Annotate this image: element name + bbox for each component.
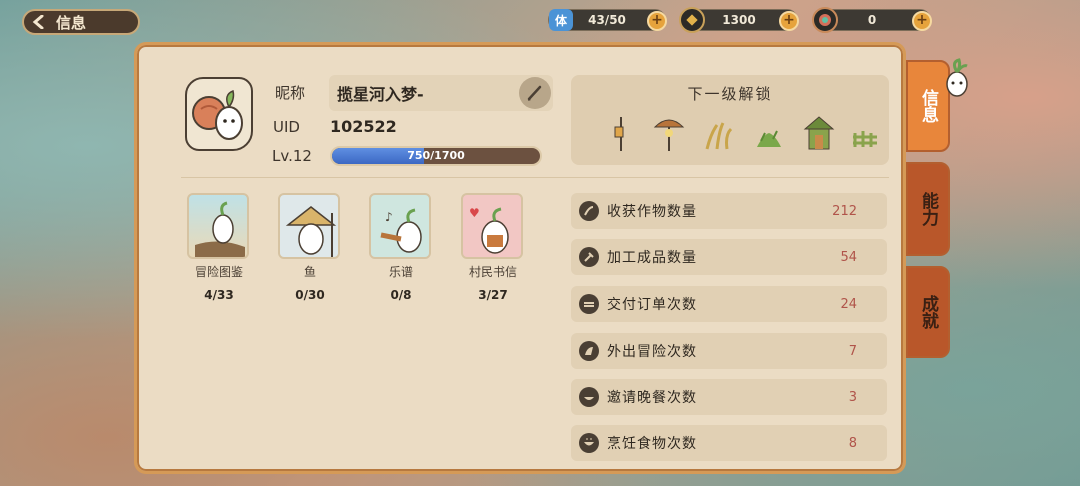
collection-count: 4/33 bbox=[204, 288, 234, 302]
tab-label: 信息 bbox=[918, 89, 938, 123]
coin-value: 1300 bbox=[722, 13, 756, 27]
brush-icon bbox=[527, 85, 542, 101]
next-level-unlock-panel: 下一级解锁 bbox=[571, 75, 889, 165]
stat-label: 交付订单次数 bbox=[607, 297, 697, 313]
hammer-icon bbox=[579, 247, 599, 267]
collection-name: 冒险图鉴 bbox=[194, 265, 243, 279]
tab-label: 成就 bbox=[918, 295, 938, 329]
stat-orders-delivered: 交付订单次数 24 bbox=[571, 286, 887, 322]
tab-achievements[interactable]: 成就 bbox=[906, 266, 950, 358]
tab-abilities[interactable]: 能力 bbox=[906, 162, 950, 256]
collection-name: 乐谱 bbox=[388, 265, 413, 279]
stat-value: 8 bbox=[848, 435, 857, 451]
lamp-post-icon[interactable] bbox=[603, 113, 639, 153]
shrine-icon[interactable] bbox=[801, 113, 837, 153]
uid-label: UID bbox=[273, 118, 300, 136]
collection-adventure-guide[interactable]: 冒险图鉴 4/33 bbox=[187, 193, 251, 302]
info-panel: 昵称 揽星河入梦- UID 102522 Lv.12 750/1700 冒险图鉴… bbox=[134, 42, 906, 474]
back-button-label: 信息 bbox=[56, 13, 87, 32]
unlock-title: 下一级解锁 bbox=[687, 85, 773, 103]
order-icon bbox=[579, 294, 599, 314]
nickname-value: 揽星河入梦- bbox=[337, 85, 424, 104]
adventure-icon bbox=[579, 341, 599, 361]
xp-progress-text: 750/1700 bbox=[407, 149, 465, 162]
fence-icon[interactable] bbox=[851, 113, 881, 153]
stat-value: 7 bbox=[848, 343, 857, 359]
stamina-value: 43/50 bbox=[588, 13, 626, 27]
coin-counter: 1300 + bbox=[679, 7, 799, 33]
add-coins-button[interactable]: + bbox=[779, 11, 799, 31]
uid-value: 102522 bbox=[330, 117, 397, 136]
dinner-icon bbox=[579, 387, 599, 407]
stat-value: 54 bbox=[840, 249, 857, 265]
stat-value: 212 bbox=[832, 203, 857, 219]
edit-name-button[interactable] bbox=[519, 77, 551, 109]
stat-label: 邀请晚餐次数 bbox=[607, 390, 697, 406]
collection-count: 0/8 bbox=[390, 288, 412, 302]
grass-crop-icon[interactable] bbox=[751, 113, 787, 153]
harvest-icon bbox=[579, 201, 599, 221]
adventure-guide-icon bbox=[187, 193, 249, 259]
collection-name: 村民书信 bbox=[468, 265, 517, 279]
stamina-counter: 体 43/50 + bbox=[548, 9, 667, 31]
stat-value: 24 bbox=[840, 296, 857, 312]
stat-value: 3 bbox=[848, 389, 857, 405]
stat-crafted-count: 加工成品数量 54 bbox=[571, 239, 887, 275]
cooking-icon bbox=[579, 433, 599, 453]
stat-label: 收获作物数量 bbox=[607, 204, 697, 220]
gem-value: 0 bbox=[867, 13, 877, 27]
collection-villager-letters[interactable]: ♥ 村民书信 3/27 bbox=[461, 193, 525, 302]
nickname-field: 揽星河入梦- bbox=[329, 75, 553, 111]
nickname-label: 昵称 bbox=[275, 84, 306, 102]
coin-icon bbox=[679, 7, 705, 33]
level-label: Lv.12 bbox=[272, 147, 312, 165]
collection-music-sheets[interactable]: ♪ 乐谱 0/8 bbox=[369, 193, 433, 302]
gem-icon bbox=[812, 7, 838, 33]
stat-label: 加工成品数量 bbox=[607, 250, 697, 266]
wheat-crop-icon[interactable] bbox=[701, 113, 737, 153]
stat-harvest-count: 收获作物数量 212 bbox=[571, 193, 887, 229]
stamina-icon: 体 bbox=[549, 9, 573, 31]
stat-label: 烹饪食物次数 bbox=[607, 436, 697, 452]
music-sheet-icon: ♪ bbox=[369, 193, 431, 259]
add-gems-button[interactable]: + bbox=[912, 11, 932, 31]
svg-text:♪: ♪ bbox=[385, 210, 393, 224]
chevron-left-icon bbox=[32, 15, 44, 29]
tab-label: 能力 bbox=[918, 192, 938, 226]
xp-progress-bar: 750/1700 bbox=[330, 146, 542, 166]
letter-icon: ♥ bbox=[461, 193, 523, 259]
fish-icon bbox=[278, 193, 340, 259]
collection-fish[interactable]: 鱼 0/30 bbox=[278, 193, 342, 302]
collection-name: 鱼 bbox=[303, 265, 316, 279]
collection-count: 3/27 bbox=[478, 288, 508, 302]
radish-mascot-icon bbox=[940, 58, 974, 98]
gem-counter: 0 + bbox=[812, 7, 932, 33]
svg-text:♥: ♥ bbox=[469, 206, 480, 220]
add-stamina-button[interactable]: + bbox=[647, 11, 667, 31]
avatar[interactable] bbox=[185, 77, 253, 151]
stat-cooking-count: 烹饪食物次数 8 bbox=[571, 425, 887, 461]
stat-dinner-invites: 邀请晚餐次数 3 bbox=[571, 379, 887, 415]
collection-count: 0/30 bbox=[295, 288, 325, 302]
mushroom-lamp-icon[interactable] bbox=[651, 113, 687, 153]
divider bbox=[181, 177, 889, 178]
back-button[interactable]: 信息 bbox=[22, 9, 140, 35]
stat-adventures: 外出冒险次数 7 bbox=[571, 333, 887, 369]
stat-label: 外出冒险次数 bbox=[607, 344, 697, 360]
